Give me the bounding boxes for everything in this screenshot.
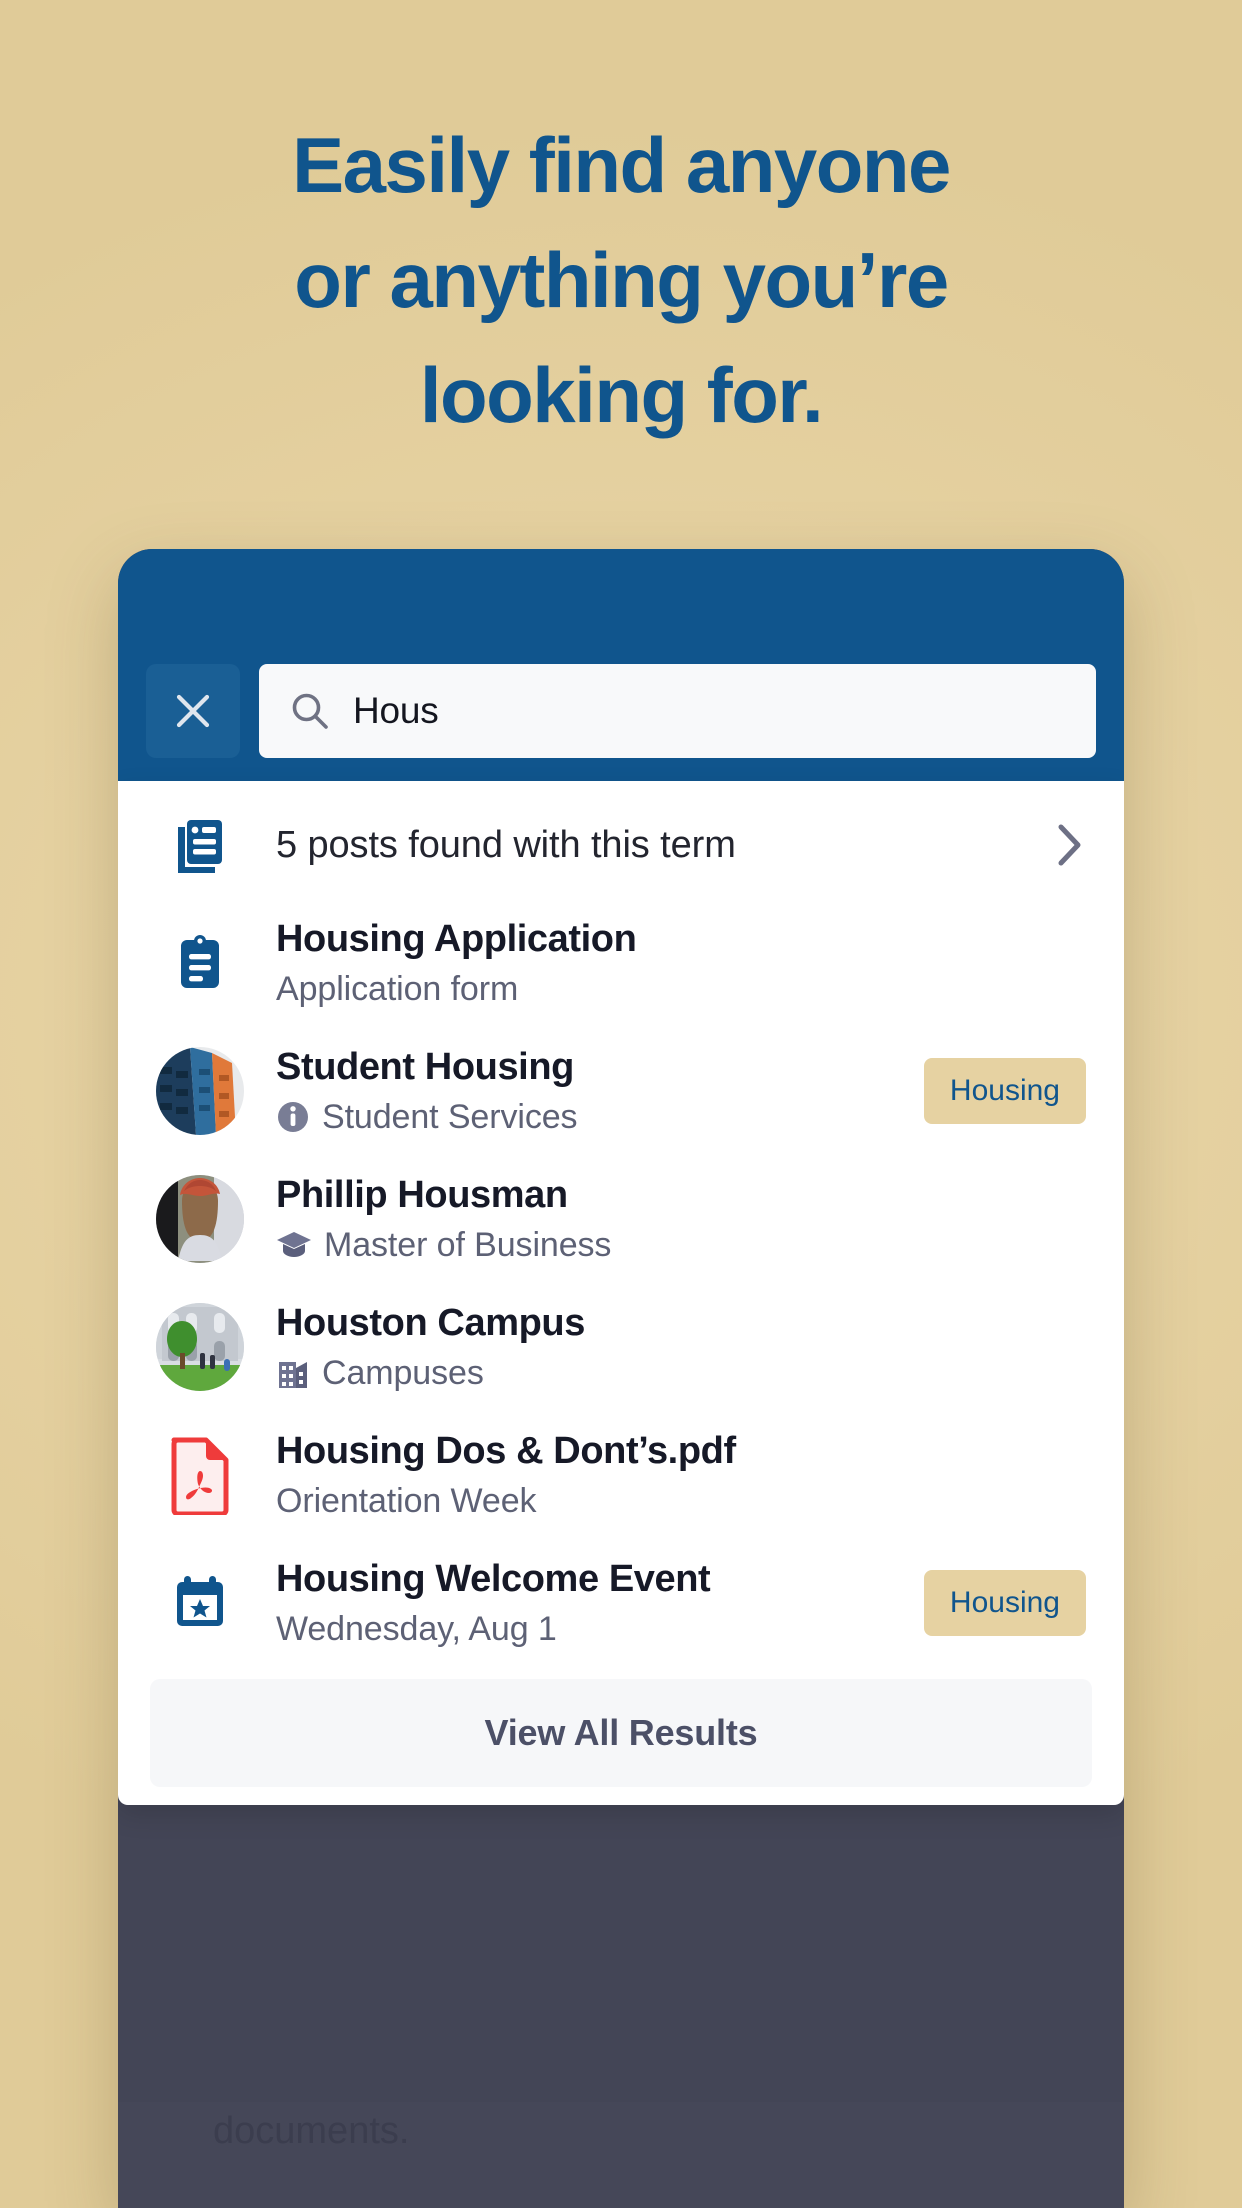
status-badge[interactable]: Housing bbox=[923, 1058, 1086, 1124]
result-title: Phillip Housman bbox=[276, 1174, 568, 1216]
graduation-cap-icon bbox=[277, 1232, 311, 1257]
avatar-building bbox=[156, 1047, 244, 1135]
headline-line-1: Easily find anyone bbox=[292, 121, 951, 209]
result-subtitle: Student Services bbox=[276, 1095, 908, 1139]
result-subtitle-label: Wednesday, Aug 1 bbox=[276, 1610, 557, 1648]
result-title: Housing Welcome Event bbox=[276, 1558, 711, 1600]
result-row-houston-campus[interactable]: Houston Campus Campuses bbox=[118, 1283, 1124, 1411]
result-subtitle-label: Student Services bbox=[322, 1098, 578, 1136]
result-title: Houston Campus bbox=[276, 1302, 585, 1344]
result-title: Housing Application bbox=[276, 918, 637, 960]
result-text: Housing Application Application form bbox=[244, 915, 1086, 1011]
result-text: Housing Dos & Dont’s.pdf Orientation Wee… bbox=[244, 1427, 1086, 1523]
result-subtitle-label: Campuses bbox=[322, 1354, 484, 1392]
result-subtitle: Application form bbox=[276, 967, 1086, 1011]
result-row-housing-application[interactable]: Housing Application Application form bbox=[118, 899, 1124, 1027]
result-subtitle: Orientation Week bbox=[276, 1479, 1086, 1523]
result-row-student-housing[interactable]: Student Housing Student Services Housing bbox=[118, 1027, 1124, 1155]
search-icon bbox=[292, 693, 328, 729]
result-subtitle-label: Orientation Week bbox=[276, 1482, 537, 1520]
result-row-housing-pdf[interactable]: Housing Dos & Dont’s.pdf Orientation Wee… bbox=[118, 1411, 1124, 1539]
status-badge[interactable]: Housing bbox=[923, 1570, 1086, 1636]
result-subtitle-label: Master of Business bbox=[324, 1226, 612, 1264]
calendar-star-icon bbox=[156, 1573, 244, 1633]
result-subtitle: Campuses bbox=[276, 1351, 1086, 1395]
result-subtitle-label: Application form bbox=[276, 970, 519, 1008]
chevron-right-icon[interactable] bbox=[1052, 821, 1086, 869]
avatar-person bbox=[156, 1175, 244, 1263]
headline-line-2: or anything you’re bbox=[294, 236, 949, 324]
search-input[interactable]: Hous bbox=[259, 664, 1096, 758]
result-text: Housing Welcome Event Wednesday, Aug 1 bbox=[244, 1555, 908, 1651]
avatar-campus bbox=[156, 1303, 244, 1391]
result-text: 5 posts found with this term bbox=[244, 821, 1036, 869]
pdf-icon bbox=[156, 1435, 244, 1515]
result-title: Housing Dos & Dont’s.pdf bbox=[276, 1430, 736, 1472]
result-row-posts[interactable]: 5 posts found with this term bbox=[118, 781, 1124, 899]
result-text: Houston Campus Campuses bbox=[244, 1299, 1086, 1395]
phone-mockup: documents. Mark Lowell 7h Digital Campus… bbox=[118, 549, 1124, 2208]
result-subtitle: Wednesday, Aug 1 bbox=[276, 1607, 908, 1651]
headline-line-3: looking for. bbox=[419, 351, 824, 439]
close-search-button[interactable] bbox=[146, 664, 240, 758]
building-icon bbox=[279, 1362, 307, 1388]
search-results-dropdown: 5 posts found with this term Housing App… bbox=[118, 781, 1124, 1805]
feed-cut-text: documents. bbox=[213, 2110, 410, 2152]
result-title: 5 posts found with this term bbox=[276, 824, 736, 866]
page-title: Easily find anyone or anything you’re lo… bbox=[0, 108, 1242, 453]
result-text: Student Housing Student Services bbox=[244, 1043, 908, 1139]
view-all-results-button[interactable]: View All Results bbox=[150, 1679, 1092, 1787]
info-icon bbox=[278, 1102, 308, 1132]
result-row-phillip-housman[interactable]: Phillip Housman Master of Business bbox=[118, 1155, 1124, 1283]
result-subtitle: Master of Business bbox=[276, 1223, 1086, 1267]
search-input-value: Hous bbox=[353, 690, 439, 731]
clipboard-icon bbox=[156, 934, 244, 992]
search-bar: Hous bbox=[146, 664, 1096, 758]
result-row-housing-welcome-event[interactable]: Housing Welcome Event Wednesday, Aug 1 H… bbox=[118, 1539, 1124, 1667]
result-title: Student Housing bbox=[276, 1046, 574, 1088]
background-feed-overlay: documents. Mark Lowell 7h Digital Campus… bbox=[118, 2102, 1124, 2208]
close-icon bbox=[176, 694, 210, 728]
posts-icon bbox=[156, 817, 244, 873]
result-text: Phillip Housman Master of Business bbox=[244, 1171, 1086, 1267]
